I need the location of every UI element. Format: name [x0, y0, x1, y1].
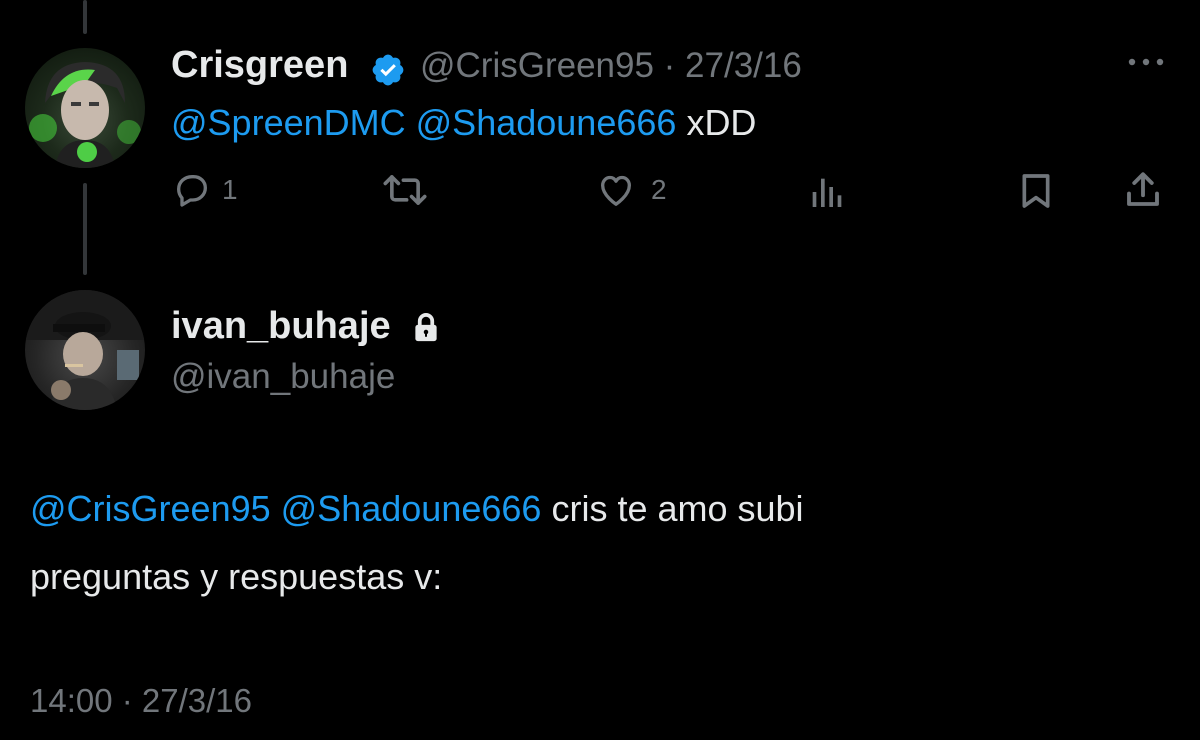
share-button[interactable] — [1122, 168, 1164, 212]
avatar-image — [25, 290, 145, 410]
display-name[interactable]: ivan_buhaje — [171, 305, 391, 348]
more-icon[interactable] — [1124, 50, 1168, 79]
like-button[interactable]: 2 — [595, 170, 667, 210]
verified-icon — [370, 52, 406, 93]
bookmark-button[interactable] — [1016, 170, 1056, 212]
avatar[interactable] — [25, 48, 145, 168]
tweet-text-body: cris te amo subi — [551, 488, 804, 529]
thread-line-top — [83, 0, 87, 34]
like-icon — [601, 175, 631, 206]
share-icon — [1127, 172, 1159, 206]
mention-link[interactable]: @CrisGreen95 — [30, 488, 271, 529]
retweet-icon — [383, 175, 427, 205]
display-name[interactable]: Crisgreen — [171, 44, 348, 87]
main-tweet-text-line1: @CrisGreen95 @Shadoune666 cris te amo su… — [30, 488, 804, 530]
mention-link[interactable]: @Shadoune666 — [416, 102, 677, 143]
tweet-timestamp[interactable]: 14:00 · 27/3/16 — [30, 682, 252, 720]
handle-date[interactable]: @CrisGreen95 · 27/3/16 — [420, 46, 802, 86]
reply-count: 1 — [222, 174, 238, 205]
thread-line-connector — [83, 183, 87, 275]
reply-button[interactable]: 1 — [172, 170, 238, 210]
bookmark-icon — [1022, 174, 1050, 208]
handle[interactable]: @ivan_buhaje — [171, 357, 395, 397]
avatar[interactable] — [25, 290, 145, 410]
retweet-button[interactable] — [382, 170, 428, 210]
lock-icon — [411, 311, 441, 350]
mention-link[interactable]: @SpreenDMC — [171, 102, 406, 143]
views-button[interactable] — [806, 172, 846, 212]
mention-link[interactable]: @Shadoune666 — [281, 488, 542, 529]
like-count: 2 — [651, 174, 667, 205]
reply-icon — [177, 175, 207, 207]
reply-tweet-text: @SpreenDMC @Shadoune666 xDD — [171, 102, 756, 144]
views-icon — [812, 178, 842, 207]
tweet-text-body: xDD — [686, 102, 757, 143]
main-tweet-text-line2: preguntas y respuestas v: — [30, 556, 443, 597]
avatar-image — [29, 62, 141, 168]
